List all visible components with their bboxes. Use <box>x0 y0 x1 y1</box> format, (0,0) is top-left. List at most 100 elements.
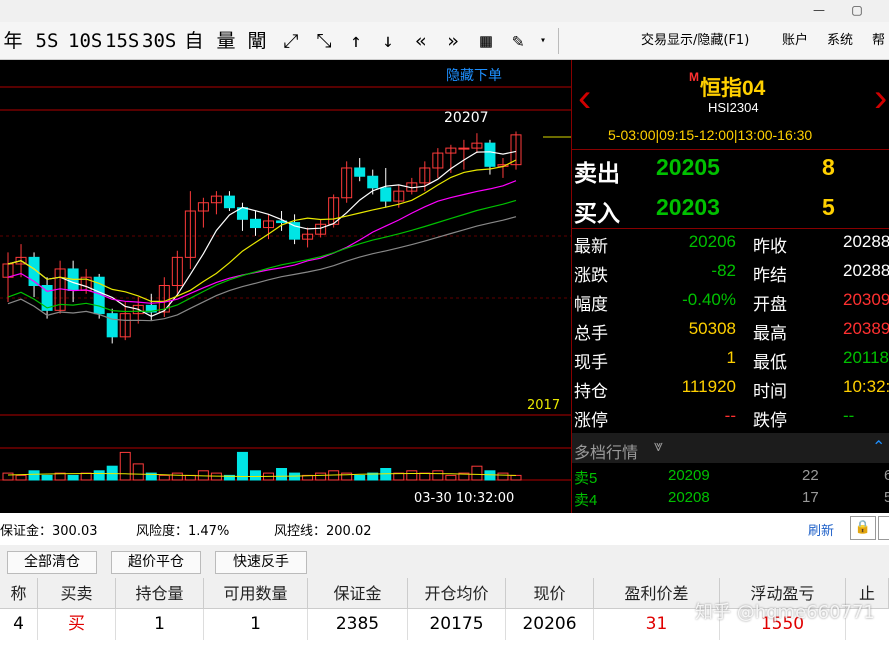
stat-label: 现手 <box>574 353 608 372</box>
stat-value: -- <box>843 406 855 425</box>
depth-level: 卖4 <box>574 492 598 509</box>
volume-bar <box>432 470 444 481</box>
arrow-up-icon[interactable]: ↑ <box>344 22 368 60</box>
account-menu[interactable]: 账户 <box>782 22 808 60</box>
ma10-line <box>7 159 517 302</box>
volume-bar <box>15 474 27 481</box>
stat-value: 20288 <box>843 261 889 280</box>
period-30s-button[interactable]: 30S <box>142 22 176 60</box>
quick-reverse-button[interactable]: 快速反手 <box>215 551 307 574</box>
depth-extra: 5 <box>884 489 889 506</box>
stat-value: 20288 <box>843 232 889 251</box>
trading-session: 5-03:00|09:15-12:00|13:00-16:30 <box>608 127 813 143</box>
volume-bar <box>158 474 170 481</box>
risk-line-text: 风控线：200.02 <box>274 524 372 539</box>
ma60-line <box>7 216 517 322</box>
depth-level: 卖5 <box>574 470 598 487</box>
close-over-price-button[interactable]: 超价平仓 <box>111 551 201 574</box>
help-menu[interactable]: 帮 <box>872 22 885 60</box>
arrow-down-icon[interactable]: ↓ <box>376 22 400 60</box>
volume-bar <box>2 472 14 481</box>
contract-code: HSI2304 <box>708 100 759 115</box>
table-cell[interactable]: 1 <box>204 609 308 640</box>
candle-body <box>354 167 366 177</box>
table-cell[interactable]: 4 <box>0 609 38 640</box>
depth-price: 20209 <box>668 467 710 484</box>
volume-bar <box>354 474 366 481</box>
column-header[interactable]: 称 <box>0 578 38 609</box>
risk-ratio-text: 风险度：1.47% <box>136 524 230 539</box>
volume-bar <box>445 474 457 481</box>
column-header[interactable]: 现价 <box>506 578 594 609</box>
scroll-right-icon[interactable]: » <box>440 22 466 60</box>
period-5s-button[interactable]: 5S <box>33 22 61 60</box>
volume-bar <box>419 472 431 481</box>
scroll-left-icon[interactable]: « <box>408 22 434 60</box>
buy-price[interactable]: 20203 <box>656 194 720 221</box>
quote-panel: ‹ › M 恒指04 HSI2304 5-03:00|09:15-12:00|1… <box>571 60 889 513</box>
period-10s-button[interactable]: 10S <box>68 22 102 60</box>
column-header[interactable]: 开仓均价 <box>408 578 506 609</box>
stat-value: 20118 <box>843 348 889 367</box>
table-cell[interactable]: 1 <box>116 609 204 640</box>
stat-label: 开盘 <box>753 295 787 314</box>
stat-label: 总手 <box>574 324 608 343</box>
column-header[interactable]: 买卖 <box>38 578 116 609</box>
collapse-up-icon[interactable]: ⌃ <box>872 437 885 457</box>
table-cell[interactable]: 20206 <box>506 609 594 640</box>
hide-order-link[interactable]: 隐藏下单 <box>446 65 502 85</box>
depth-qty: 22 <box>802 467 819 484</box>
refresh-link[interactable]: 刷新 <box>808 520 834 539</box>
buy-qty: 5 <box>822 194 835 220</box>
table-cell[interactable]: 20175 <box>408 609 506 640</box>
lock-icon[interactable]: 🔒 <box>850 516 876 540</box>
depth-header[interactable]: 多档行情 ⩔ ⌃ <box>572 433 889 463</box>
restore-button[interactable]: ▢ <box>846 2 868 18</box>
volume-button[interactable]: 量 <box>214 22 238 60</box>
toolbar: 年 5S 10S 15S 30S 自 量 闡 ⤢ ⤡ ↑ ↓ « » ▦ ✎ ▾… <box>0 22 889 60</box>
stat-value: 111920 <box>681 377 736 396</box>
next-contract-icon[interactable]: › <box>874 78 887 118</box>
table-cell[interactable]: 2385 <box>308 609 408 640</box>
volume-bar <box>406 470 418 481</box>
volume-bar <box>132 463 144 481</box>
shrink-icon[interactable]: ⤡ <box>311 22 337 60</box>
volume-bar <box>471 465 483 481</box>
volume-bar <box>171 472 183 481</box>
candle-body <box>289 222 301 240</box>
grid-icon[interactable]: ▦ <box>474 22 498 60</box>
candle-body <box>367 175 379 189</box>
volume-bar <box>315 472 327 481</box>
column-header[interactable]: 持仓量 <box>116 578 204 609</box>
minimize-button[interactable]: — <box>808 2 830 18</box>
column-header[interactable]: 保证金 <box>308 578 408 609</box>
chart-canvas <box>0 86 571 481</box>
period-year-button[interactable]: 年 <box>2 22 24 60</box>
toggle-trade-display-link[interactable]: 交易显示/隐藏(F1) <box>641 22 749 60</box>
period-15s-button[interactable]: 15S <box>105 22 139 60</box>
column-header[interactable]: 可用数量 <box>204 578 308 609</box>
expand-down-icon[interactable]: ⩔ <box>654 438 663 456</box>
panel-toggle-icon[interactable] <box>878 516 889 540</box>
pen-icon[interactable]: ✎ <box>506 22 530 60</box>
custom-period-button[interactable]: 自 <box>182 22 206 60</box>
title-bar: — ▢ <box>0 0 889 22</box>
close-all-button[interactable]: 全部清仓 <box>7 551 97 574</box>
dropdown-caret-icon[interactable]: ▾ <box>536 22 550 60</box>
sell-price[interactable]: 20205 <box>656 154 720 181</box>
stat-value: -82 <box>711 261 736 280</box>
stat-label: 昨收 <box>753 237 787 256</box>
buy-label: 买入 <box>574 200 620 226</box>
indicator-button[interactable]: 闡 <box>245 22 269 60</box>
system-menu[interactable]: 系统 <box>827 22 853 60</box>
table-cell[interactable]: 买 <box>38 609 116 640</box>
action-bar: 全部清仓 超价平仓 快速反手 <box>0 545 889 578</box>
stat-value: 20309 <box>843 290 889 309</box>
margin-text: 保证金：300.03 <box>0 524 98 539</box>
candlestick-chart[interactable]: 隐藏下单 20207 2017 03-30 10:32:00 <box>0 60 571 513</box>
volume-bar <box>80 472 92 481</box>
expand-icon[interactable]: ⤢ <box>278 22 304 60</box>
stat-label: 持仓 <box>574 382 608 401</box>
prev-contract-icon[interactable]: ‹ <box>578 78 591 118</box>
volume-bar <box>67 474 79 481</box>
